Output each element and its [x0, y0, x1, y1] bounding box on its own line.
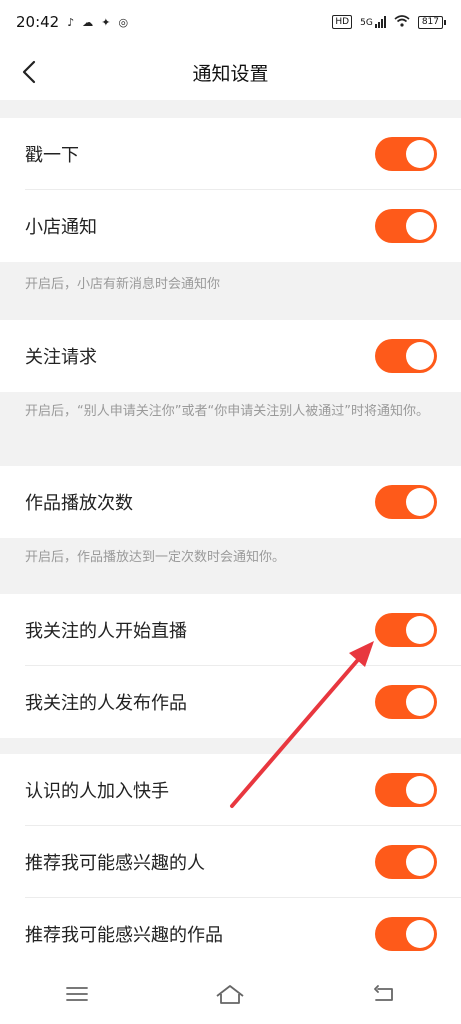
toggle-switch[interactable] [375, 339, 437, 373]
note-shop: 开启后，小店有新消息时会通知你 [25, 277, 221, 292]
setting-row-play-count: 作品播放次数 [0, 466, 461, 538]
settings-group-3: 作品播放次数 [0, 466, 461, 538]
setting-label: 我关注的人开始直播 [25, 621, 187, 642]
toggle-knob [406, 688, 434, 716]
setting-row-shop: 小店通知 [0, 190, 461, 262]
setting-row-recommend-people: 推荐我可能感兴趣的人 [0, 826, 461, 898]
toggle-switch[interactable] [375, 917, 437, 951]
home-button[interactable] [210, 979, 250, 1009]
menu-icon [65, 987, 88, 1001]
setting-label: 戳一下 [25, 145, 79, 166]
battery-icon: 817 [417, 15, 447, 29]
setting-row-live: 我关注的人开始直播 [0, 594, 461, 666]
system-nav-bar [0, 964, 461, 1024]
home-icon [216, 985, 245, 1004]
back-icon [374, 985, 394, 1001]
back-nav-button[interactable] [364, 979, 404, 1009]
toggle-switch[interactable] [375, 209, 437, 243]
setting-row-recommend-works: 推荐我可能感兴趣的作品 [0, 898, 461, 970]
setting-label: 推荐我可能感兴趣的人 [25, 853, 205, 874]
settings-group-5: 认识的人加入快手 推荐我可能感兴趣的人 推荐我可能感兴趣的作品 [0, 754, 461, 970]
setting-label: 小店通知 [25, 217, 97, 238]
chevron-left-icon [22, 60, 36, 84]
settings-group-4: 我关注的人开始直播 我关注的人发布作品 [0, 594, 461, 738]
weibo-icon: ◎ [118, 15, 129, 29]
toggle-knob [406, 848, 434, 876]
status-bar: 20:42 ♪ ☁ ✦ ◎ HD 5G 817 [0, 0, 461, 44]
toggle-knob [406, 212, 434, 240]
setting-label: 我关注的人发布作品 [25, 693, 187, 714]
setting-row-publish: 我关注的人发布作品 [0, 666, 461, 738]
back-button[interactable] [14, 56, 44, 88]
settings-group-2: 关注请求 [0, 320, 461, 392]
toggle-knob [406, 140, 434, 168]
network-label: 5G [360, 18, 373, 28]
toggle-switch[interactable] [375, 845, 437, 879]
note-follow-request: 开启后，“别人申请关注你”或者“你申请关注别人被通过”时将通知你。 [25, 404, 429, 419]
toggle-knob [406, 920, 434, 948]
menu-button[interactable] [57, 979, 97, 1009]
wifi-icon [394, 14, 410, 30]
setting-label: 作品播放次数 [25, 493, 133, 514]
status-time: 20:42 [16, 13, 60, 31]
signal-icon [374, 16, 386, 28]
toggle-switch[interactable] [375, 773, 437, 807]
toggle-knob [406, 488, 434, 516]
app-icon: ✦ [101, 15, 111, 29]
tiktok-icon: ♪ [67, 15, 75, 29]
setting-row-poke: 戳一下 [0, 118, 461, 190]
toggle-switch[interactable] [375, 613, 437, 647]
setting-label: 关注请求 [25, 347, 97, 368]
setting-label: 推荐我可能感兴趣的作品 [25, 925, 223, 946]
cloud-icon: ☁ [82, 15, 94, 29]
setting-label: 认识的人加入快手 [25, 781, 169, 802]
header: 通知设置 [0, 44, 461, 100]
toggle-switch[interactable] [375, 137, 437, 171]
toggle-knob [406, 616, 434, 644]
page-title: 通知设置 [192, 62, 269, 85]
setting-row-acquaintance: 认识的人加入快手 [0, 754, 461, 826]
toggle-switch[interactable] [375, 685, 437, 719]
toggle-knob [406, 342, 434, 370]
settings-group-1: 戳一下 小店通知 [0, 118, 461, 262]
hd-icon: HD [332, 15, 353, 29]
toggle-switch[interactable] [375, 485, 437, 519]
toggle-knob [406, 776, 434, 804]
note-play-count: 开启后，作品播放达到一定次数时会通知你。 [25, 550, 286, 565]
setting-row-follow-request: 关注请求 [0, 320, 461, 392]
